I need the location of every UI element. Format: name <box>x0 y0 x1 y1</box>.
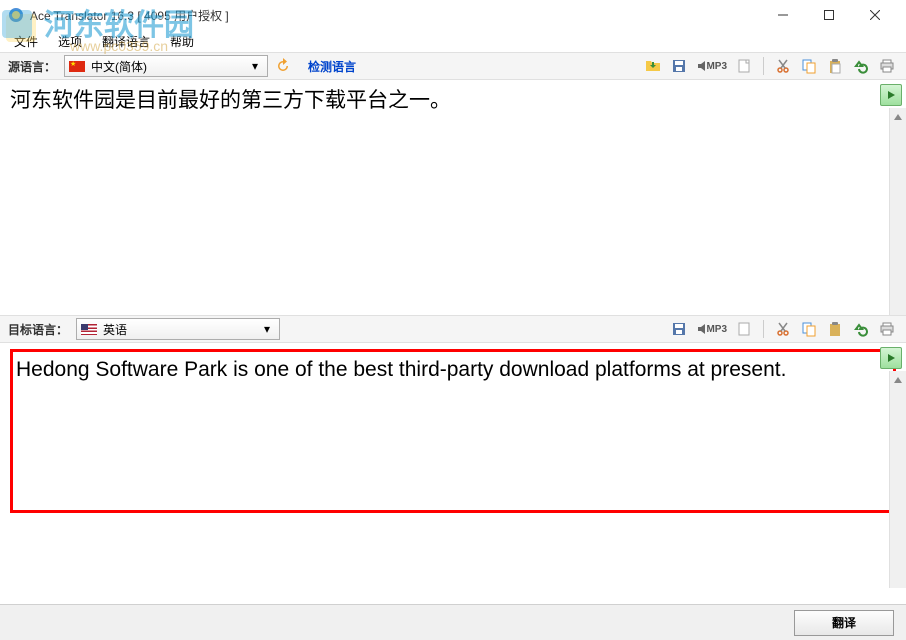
copy-target-button[interactable] <box>798 318 820 340</box>
new-doc-button[interactable] <box>733 55 755 77</box>
menu-options[interactable]: 选项 <box>50 31 90 52</box>
target-language-label: 目标语言： <box>8 321 68 338</box>
source-language-select[interactable]: 中文(简体) ▾ <box>64 55 268 77</box>
target-text-pane: Hedong Software Park is one of the best … <box>0 343 906 588</box>
toolbar-separator <box>763 320 764 338</box>
play-source-button[interactable] <box>880 84 902 106</box>
print-button[interactable] <box>876 55 898 77</box>
source-text-input[interactable]: 河东软件园是目前最好的第三方下载平台之一。 <box>0 80 906 121</box>
save-target-button[interactable] <box>668 318 690 340</box>
menu-help[interactable]: 帮助 <box>162 31 202 52</box>
close-button[interactable] <box>852 0 898 30</box>
source-toolbar: 源语言： 中文(简体) ▾ 检测语言 MP3 <box>0 52 906 80</box>
chevron-down-icon: ▾ <box>259 322 275 336</box>
copy-button[interactable] <box>798 55 820 77</box>
target-language-text: 英语 <box>103 321 259 338</box>
undo-button[interactable] <box>850 55 872 77</box>
source-language-label: 源语言： <box>8 58 56 75</box>
detect-language-link[interactable]: 检测语言 <box>308 58 356 75</box>
scroll-up-button[interactable] <box>890 108 906 125</box>
save-button[interactable] <box>668 55 690 77</box>
window-title: Ace Translator 16.3 [ 4095 用户授权 ] <box>30 7 760 24</box>
print-target-button[interactable] <box>876 318 898 340</box>
mp3-button[interactable]: MP3 <box>694 55 729 77</box>
target-language-select[interactable]: 英语 ▾ <box>76 318 280 340</box>
cut-button[interactable] <box>772 55 794 77</box>
app-icon <box>8 7 24 23</box>
menubar: 文件 选项 翻译语言 帮助 <box>0 30 906 52</box>
open-button[interactable] <box>642 55 664 77</box>
menu-file[interactable]: 文件 <box>6 31 46 52</box>
menu-translate-lang[interactable]: 翻译语言 <box>94 31 158 52</box>
target-toolbar: 目标语言： 英语 ▾ MP3 <box>0 315 906 343</box>
mp3-target-button[interactable]: MP3 <box>694 318 729 340</box>
refresh-button[interactable] <box>272 55 294 77</box>
target-text-output[interactable]: Hedong Software Park is one of the best … <box>0 343 906 396</box>
flag-cn-icon <box>69 61 85 72</box>
translate-button[interactable]: 翻译 <box>794 610 894 636</box>
source-scrollbar[interactable] <box>889 108 906 315</box>
cut-target-button[interactable] <box>772 318 794 340</box>
minimize-button[interactable] <box>760 0 806 30</box>
toolbar-separator <box>763 57 764 75</box>
flag-us-icon <box>81 324 97 335</box>
bottom-bar: 翻译 <box>0 604 906 640</box>
chevron-down-icon: ▾ <box>247 59 263 73</box>
titlebar: Ace Translator 16.3 [ 4095 用户授权 ] <box>0 0 906 30</box>
undo-target-button[interactable] <box>850 318 872 340</box>
maximize-button[interactable] <box>806 0 852 30</box>
source-text-pane: 河东软件园是目前最好的第三方下载平台之一。 <box>0 80 906 315</box>
new-doc-target-button[interactable] <box>733 318 755 340</box>
paste-button[interactable] <box>824 55 846 77</box>
target-scrollbar[interactable] <box>889 371 906 588</box>
paste-target-button[interactable] <box>824 318 846 340</box>
source-language-text: 中文(简体) <box>91 58 247 75</box>
